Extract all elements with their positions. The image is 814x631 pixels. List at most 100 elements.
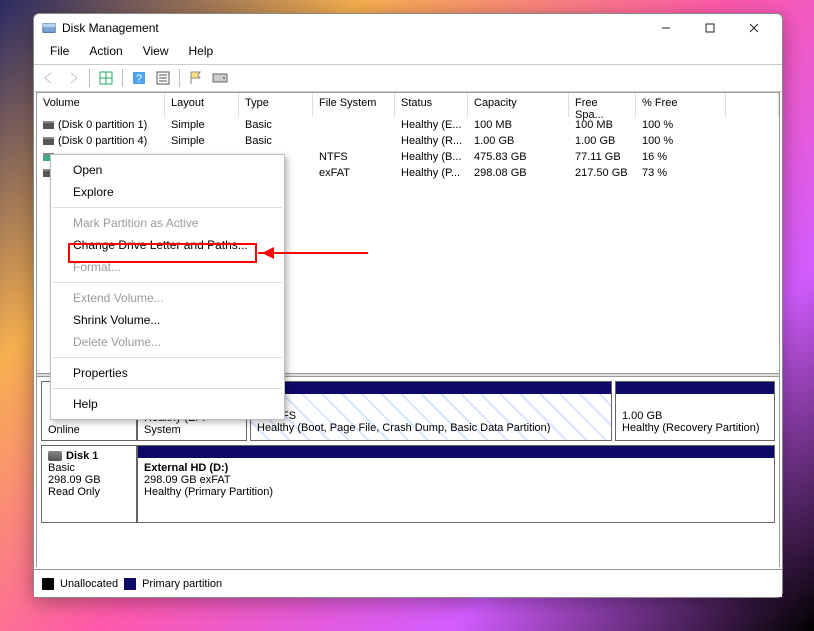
ctx-sep bbox=[53, 282, 282, 283]
cell-vol: (Disk 0 partition 1) bbox=[58, 119, 147, 131]
th-layout[interactable]: Layout bbox=[165, 93, 239, 117]
table-row[interactable]: (Disk 0 partition 1) Simple Basic Health… bbox=[37, 117, 779, 133]
minimize-icon bbox=[661, 23, 671, 33]
close-button[interactable] bbox=[732, 14, 776, 42]
titlebar[interactable]: Disk Management bbox=[34, 14, 782, 42]
th-type[interactable]: Type bbox=[239, 93, 313, 117]
ctx-open[interactable]: Open bbox=[51, 159, 284, 181]
partition-bar bbox=[616, 382, 774, 394]
ctx-format: Format... bbox=[51, 256, 284, 278]
maximize-button[interactable] bbox=[688, 14, 732, 42]
cell-fs: exFAT bbox=[313, 167, 395, 179]
table-row[interactable]: (Disk 0 partition 4) Simple Basic Health… bbox=[37, 133, 779, 149]
d-status: Healthy (Primary Partition) bbox=[144, 486, 273, 498]
cell-type: Basic bbox=[239, 135, 313, 147]
th-volume[interactable]: Volume bbox=[37, 93, 165, 117]
cell-free: 217.50 GB bbox=[569, 167, 636, 179]
ctx-help[interactable]: Help bbox=[51, 393, 284, 415]
disk-icon bbox=[212, 70, 228, 86]
th-status[interactable]: Status bbox=[395, 93, 468, 117]
disk1-size: 298.09 GB bbox=[48, 474, 101, 486]
partition-bar bbox=[251, 382, 611, 394]
th-capacity[interactable]: Capacity bbox=[468, 93, 569, 117]
disk1-label[interactable]: Disk 1 Basic 298.09 GB Read Only bbox=[41, 445, 137, 523]
cell-status: Healthy (B... bbox=[395, 151, 468, 163]
help-button[interactable]: ? bbox=[128, 67, 150, 89]
minimize-button[interactable] bbox=[644, 14, 688, 42]
legend-unallocated: Unallocated bbox=[60, 578, 118, 590]
settings-button[interactable] bbox=[152, 67, 174, 89]
disk0-windows-partition[interactable]: ) B NTFS Healthy (Boot, Page File, Crash… bbox=[250, 381, 612, 441]
cell-free: 100 MB bbox=[569, 119, 636, 131]
menu-help[interactable]: Help bbox=[179, 42, 224, 64]
toolbar-sep bbox=[179, 69, 180, 87]
disk0-recovery-partition[interactable]: 1.00 GB Healthy (Recovery Partition) bbox=[615, 381, 775, 441]
menu-view[interactable]: View bbox=[133, 42, 179, 64]
d-size: 298.09 GB exFAT bbox=[144, 474, 231, 486]
cell-free: 77.11 GB bbox=[569, 151, 636, 163]
ctx-shrink[interactable]: Shrink Volume... bbox=[51, 309, 284, 331]
ctx-sep bbox=[53, 357, 282, 358]
flag-icon bbox=[188, 70, 204, 86]
cell-fs: NTFS bbox=[313, 151, 395, 163]
cell-cap: 100 MB bbox=[468, 119, 569, 131]
swatch-primary bbox=[124, 578, 136, 590]
disk1-type: Basic bbox=[48, 462, 75, 474]
toolbar-sep bbox=[89, 69, 90, 87]
ctx-sep bbox=[53, 388, 282, 389]
close-icon bbox=[749, 23, 759, 33]
cell-pct: 100 % bbox=[636, 119, 726, 131]
volume-icon bbox=[43, 121, 54, 129]
th-pctfree[interactable]: % Free bbox=[636, 93, 726, 117]
cell-cap: 475.83 GB bbox=[468, 151, 569, 163]
ctx-delete: Delete Volume... bbox=[51, 331, 284, 353]
cell-pct: 73 % bbox=[636, 167, 726, 179]
disk-icon bbox=[48, 451, 62, 461]
disk1-externalhd-partition[interactable]: External HD (D:) 298.09 GB exFAT Healthy… bbox=[137, 445, 775, 523]
cell-cap: 298.08 GB bbox=[468, 167, 569, 179]
ctx-extend: Extend Volume... bbox=[51, 287, 284, 309]
d-name: External HD (D:) bbox=[144, 462, 228, 474]
cell-type: Basic bbox=[239, 119, 313, 131]
rec-status: Healthy (Recovery Partition) bbox=[622, 422, 760, 434]
th-blank[interactable] bbox=[726, 93, 779, 117]
rec-size: 1.00 GB bbox=[622, 410, 662, 422]
diskprops-button[interactable] bbox=[209, 67, 231, 89]
forward-button bbox=[62, 67, 84, 89]
ctx-sep bbox=[53, 207, 282, 208]
grid-icon bbox=[98, 70, 114, 86]
th-filesystem[interactable]: File System bbox=[313, 93, 395, 117]
disk1-state: Read Only bbox=[48, 486, 100, 498]
th-freespace[interactable]: Free Spa... bbox=[569, 93, 636, 117]
back-button bbox=[38, 67, 60, 89]
ctx-explore[interactable]: Explore bbox=[51, 181, 284, 203]
menu-action[interactable]: Action bbox=[79, 42, 132, 64]
c-status: Healthy (Boot, Page File, Crash Dump, Ba… bbox=[257, 422, 550, 434]
ctx-mark-active: Mark Partition as Active bbox=[51, 212, 284, 234]
swatch-unallocated bbox=[42, 578, 54, 590]
ctx-change-drive-letter[interactable]: Change Drive Letter and Paths... bbox=[51, 234, 284, 256]
cell-free: 1.00 GB bbox=[569, 135, 636, 147]
legend-primary: Primary partition bbox=[142, 578, 222, 590]
window-title: Disk Management bbox=[62, 21, 644, 35]
toolbar: ? bbox=[34, 64, 782, 92]
menubar: File Action View Help bbox=[34, 42, 782, 64]
menu-file[interactable]: File bbox=[40, 42, 79, 64]
maximize-icon bbox=[705, 23, 715, 33]
cell-vol: (Disk 0 partition 4) bbox=[58, 135, 147, 147]
rescan-button[interactable] bbox=[185, 67, 207, 89]
refresh-button[interactable] bbox=[95, 67, 117, 89]
ctx-properties[interactable]: Properties bbox=[51, 362, 284, 384]
volume-icon bbox=[43, 137, 54, 145]
annotation-arrow bbox=[258, 252, 368, 254]
context-menu: Open Explore Mark Partition as Active Ch… bbox=[50, 154, 285, 420]
toolbar-sep bbox=[122, 69, 123, 87]
help-icon: ? bbox=[131, 70, 147, 86]
list-icon bbox=[155, 70, 171, 86]
column-headers: Volume Layout Type File System Status Ca… bbox=[37, 93, 779, 117]
cell-status: Healthy (P... bbox=[395, 167, 468, 179]
cell-layout: Simple bbox=[165, 135, 239, 147]
cell-pct: 100 % bbox=[636, 135, 726, 147]
cell-layout: Simple bbox=[165, 119, 239, 131]
partition-bar bbox=[138, 446, 774, 458]
